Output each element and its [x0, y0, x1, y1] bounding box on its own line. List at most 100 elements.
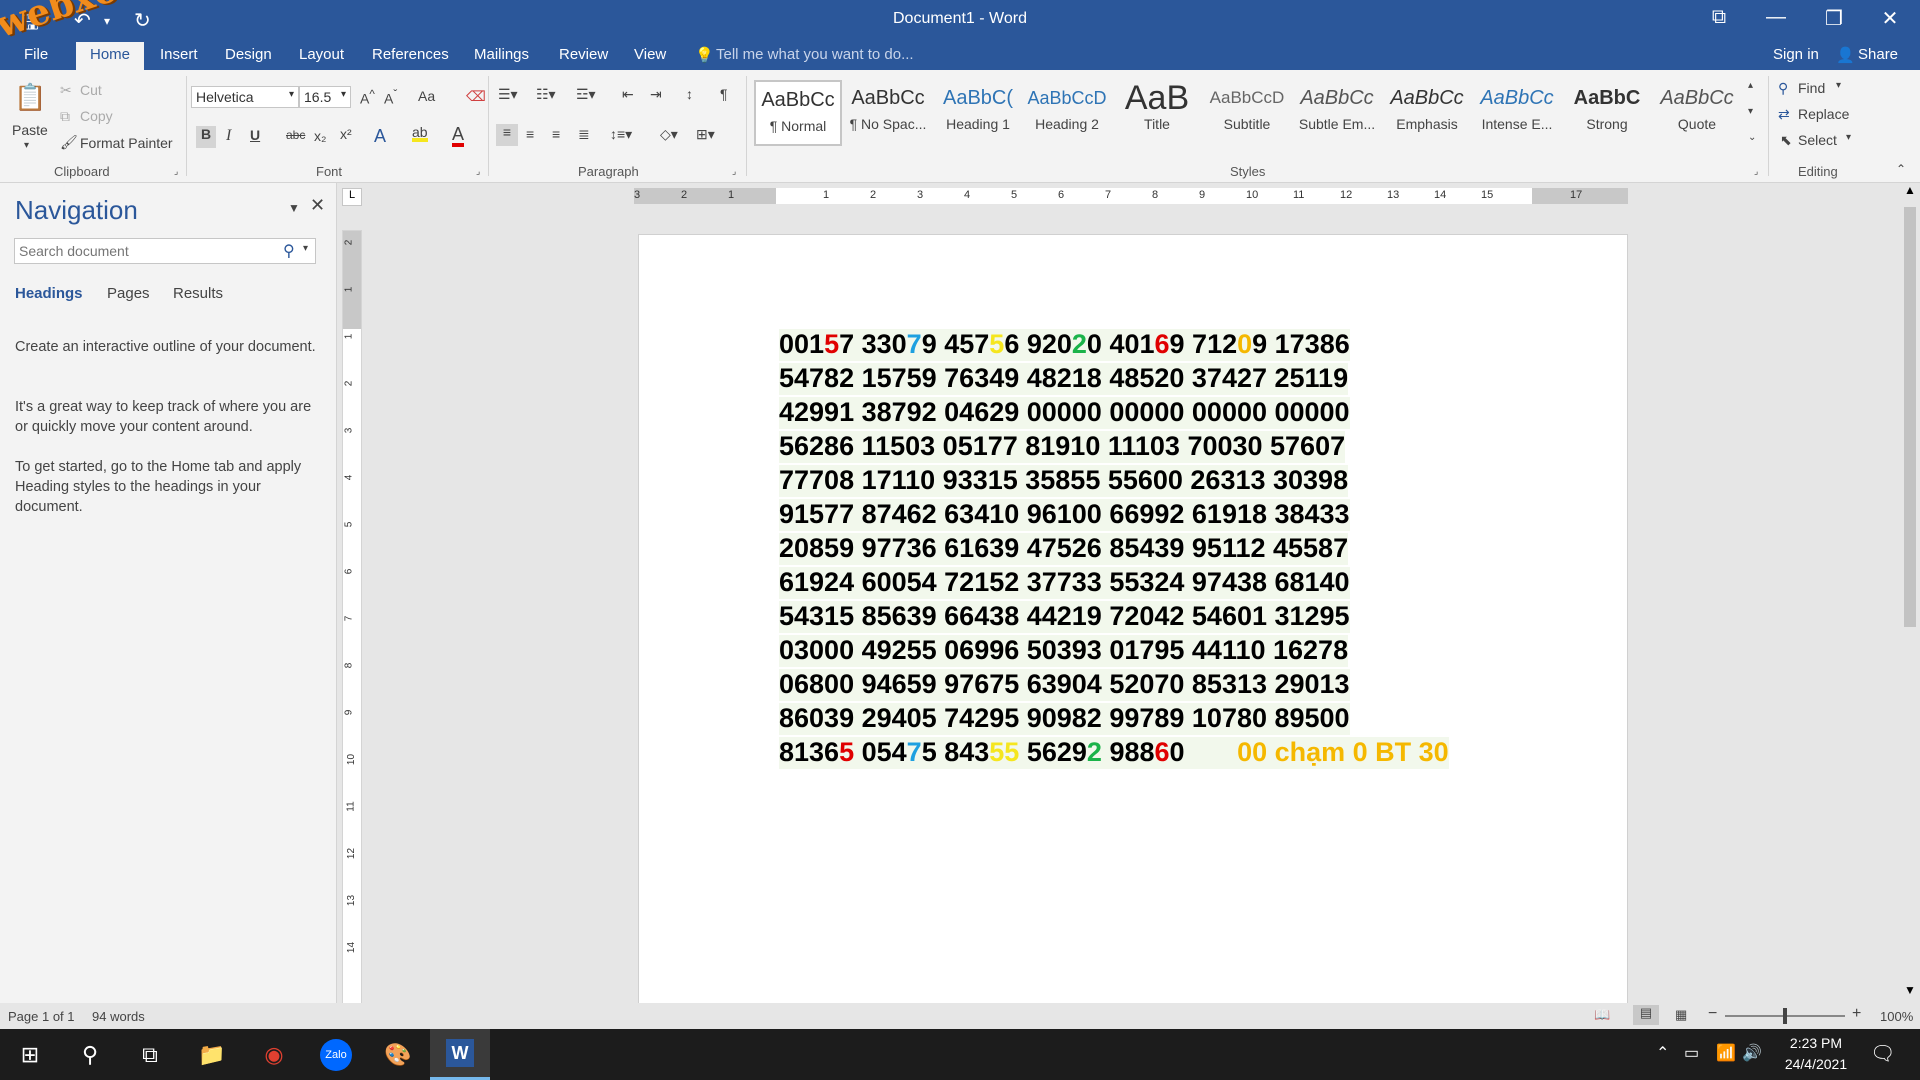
chevron-down-icon[interactable]: ▾ — [1846, 132, 1851, 143]
sign-in-link[interactable]: Sign in — [1773, 46, 1819, 63]
clear-formatting-icon[interactable]: ⌫ — [466, 88, 486, 105]
tab-mailings[interactable]: Mailings — [474, 46, 529, 63]
scroll-down-icon[interactable]: ▾ — [1748, 106, 1753, 117]
shading-icon[interactable]: ◇▾ — [660, 126, 678, 143]
horizontal-ruler[interactable]: 3 2 1 1 2 3 4 5 6 7 8 9 10 11 12 13 14 15 17 — [634, 188, 1628, 204]
line-spacing-icon[interactable]: ↕≡▾ — [610, 126, 632, 143]
subscript-icon[interactable]: x₂ — [314, 128, 326, 144]
document-page[interactable]: 00157 33079 45756 92020 40169 71209 1738… — [638, 234, 1628, 1008]
decrease-indent-icon[interactable]: ⇤ — [622, 86, 634, 103]
increase-indent-icon[interactable]: ⇥ — [650, 86, 662, 103]
read-mode-icon[interactable]: 📖 — [1594, 1007, 1610, 1023]
chevron-down-icon[interactable]: ▾ — [289, 89, 294, 100]
align-center-icon[interactable]: ≡ — [526, 126, 534, 142]
sort-icon[interactable]: ↕ — [686, 86, 693, 102]
share-button[interactable]: Share — [1858, 46, 1898, 63]
ribbon-display-icon[interactable]: ⧉ — [1699, 6, 1739, 29]
underline-button[interactable]: U — [250, 127, 260, 143]
zoom-slider-thumb[interactable] — [1783, 1008, 1787, 1024]
pane-options-icon[interactable]: ▼ — [288, 201, 300, 215]
minimize-button[interactable]: — — [1756, 6, 1796, 29]
vertical-ruler[interactable]: 2 1 1 2 3 4 5 6 7 8 9 10 11 12 13 14 — [342, 230, 362, 1004]
shrink-font-icon[interactable]: Aˇ — [384, 88, 397, 107]
tab-view[interactable]: View — [634, 46, 666, 63]
volume-icon[interactable]: 🔊 — [1742, 1043, 1762, 1063]
close-icon[interactable]: ✕ — [310, 195, 325, 216]
tab-headings[interactable]: Headings — [15, 285, 83, 302]
bullets-icon[interactable]: ☰▾ — [498, 86, 518, 103]
dialog-launcher-icon[interactable]: ⌟ — [174, 166, 178, 177]
grow-font-icon[interactable]: A^ — [360, 88, 375, 107]
search-icon[interactable]: ⚲ — [60, 1029, 120, 1080]
collapse-ribbon-icon[interactable]: ⌃ — [1896, 162, 1906, 176]
chevron-up-icon[interactable]: ⌃ — [1656, 1043, 1669, 1063]
style-quote[interactable]: AaBbCc Quote — [1653, 80, 1741, 146]
style-strong[interactable]: AaBbC Strong — [1563, 80, 1651, 146]
superscript-icon[interactable]: x² — [340, 126, 352, 142]
page-count[interactable]: Page 1 of 1 — [8, 1009, 75, 1024]
font-name-combo[interactable]: Helvetica ▾ — [191, 86, 299, 108]
chevron-down-icon[interactable]: ▾ — [1836, 80, 1841, 91]
tab-insert[interactable]: Insert — [160, 46, 198, 63]
style-heading-2[interactable]: AaBbCcD Heading 2 — [1023, 80, 1111, 146]
tab-layout[interactable]: Layout — [299, 46, 344, 63]
style-subtle-emphasis[interactable]: AaBbCc Subtle Em... — [1293, 80, 1381, 146]
align-right-icon[interactable]: ≡ — [552, 126, 560, 142]
search-icon[interactable]: ⚲ — [283, 241, 295, 261]
zoom-level[interactable]: 100% — [1880, 1009, 1913, 1024]
zoom-in-icon[interactable]: + — [1852, 1005, 1861, 1023]
style-emphasis[interactable]: AaBbCc Emphasis — [1383, 80, 1471, 146]
chevron-down-icon[interactable]: ▾ — [341, 89, 346, 100]
dialog-launcher-icon[interactable]: ⌟ — [476, 166, 480, 177]
tab-pages[interactable]: Pages — [107, 285, 150, 302]
multilevel-list-icon[interactable]: ☲▾ — [576, 86, 596, 103]
chevron-down-icon[interactable]: ▾ — [303, 243, 308, 254]
bold-button[interactable]: B — [196, 126, 216, 148]
tell-me-box[interactable]: Tell me what you want to do... — [716, 46, 914, 63]
font-color-icon[interactable]: A — [452, 124, 465, 147]
borders-icon[interactable]: ⊞▾ — [696, 126, 715, 143]
numbering-icon[interactable]: ☷▾ — [536, 86, 556, 103]
change-case-button[interactable]: Aa — [418, 88, 435, 104]
maximize-button[interactable]: ❐ — [1814, 6, 1854, 31]
style-normal[interactable]: AaBbCc ¶ Normal — [754, 80, 842, 146]
close-button[interactable]: ✕ — [1870, 6, 1910, 31]
tab-references[interactable]: References — [372, 46, 449, 63]
paint-icon[interactable]: 🎨 — [368, 1029, 428, 1080]
find-button[interactable]: Find — [1798, 80, 1825, 96]
tab-selector[interactable]: L — [342, 188, 362, 206]
file-explorer-icon[interactable]: 📁 — [182, 1029, 242, 1080]
style-subtitle[interactable]: AaBbCcD Subtitle — [1203, 80, 1291, 146]
show-formatting-button[interactable]: ¶ — [720, 86, 728, 102]
word-count[interactable]: 94 words — [92, 1009, 145, 1024]
tab-design[interactable]: Design — [225, 46, 272, 63]
print-layout-icon[interactable]: ▤ — [1633, 1005, 1659, 1025]
clock-time[interactable]: 2:23 PM — [1780, 1035, 1852, 1051]
scroll-up-arrow[interactable]: ▲ — [1904, 183, 1916, 197]
select-button[interactable]: Select — [1798, 132, 1837, 148]
task-view-icon[interactable]: ⧉ — [120, 1029, 180, 1080]
notifications-icon[interactable]: 🗨 — [1870, 1041, 1895, 1066]
tab-home[interactable]: Home — [76, 42, 145, 70]
format-painter-button[interactable]: Format Painter — [80, 135, 173, 151]
clock-date[interactable]: 24/4/2021 — [1774, 1056, 1858, 1072]
search-input-box[interactable]: ⚲ ▾ — [14, 238, 316, 264]
zoom-out-icon[interactable]: − — [1708, 1005, 1717, 1023]
tab-results[interactable]: Results — [173, 285, 223, 302]
justify-icon[interactable]: ≣ — [578, 126, 590, 143]
cut-button[interactable]: Cut — [80, 82, 102, 98]
copy-button[interactable]: Copy — [80, 108, 113, 124]
font-size-combo[interactable]: 16.5 ▾ — [299, 86, 351, 108]
style-intense-emphasis[interactable]: AaBbCc Intense E... — [1473, 80, 1561, 146]
replace-button[interactable]: Replace — [1798, 106, 1849, 122]
scroll-thumb[interactable] — [1904, 207, 1916, 627]
chrome-icon[interactable]: ◉ — [244, 1029, 304, 1080]
dialog-launcher-icon[interactable]: ⌟ — [1754, 166, 1758, 177]
battery-icon[interactable]: ▭ — [1684, 1043, 1699, 1063]
vertical-scrollbar[interactable]: ▲ ▼ — [1900, 183, 1920, 1003]
search-input[interactable] — [15, 239, 271, 263]
highlight-icon[interactable]: ab — [412, 124, 428, 142]
dialog-launcher-icon[interactable]: ⌟ — [732, 166, 736, 177]
zalo-icon[interactable]: Zalo — [306, 1029, 366, 1080]
tab-file[interactable]: File — [24, 46, 48, 63]
